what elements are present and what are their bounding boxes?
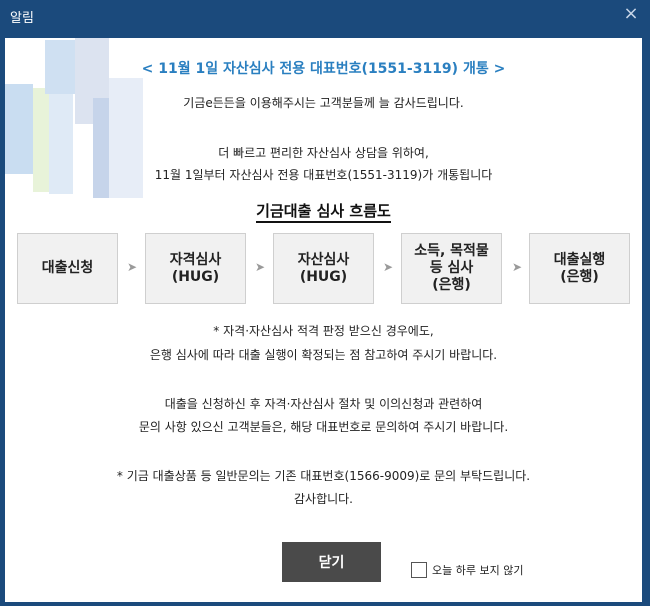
flow-step-income-review: 소득, 목적물 등 심사 (은행) [401,233,502,304]
title-bar: 알림 × [0,0,650,32]
window-title: 알림 [10,11,34,26]
step-label: 자격심사 [169,251,222,268]
step-label: 자산심사 [297,251,350,268]
note-3-line-2: 감사합니다. [293,492,353,506]
step-sublabel: 등 심사 [429,260,474,276]
dont-show-checkbox[interactable] [411,562,427,578]
note-2-line-1: 대출을 신청하신 후 자격·자산심사 절차 및 이의신청과 관련하여 [164,397,483,411]
arrow-right-icon: ➤ [254,260,266,274]
step-label: 소득, 목적물 [414,243,489,259]
close-icon[interactable]: × [620,3,642,25]
step-label: 대출신청 [41,260,94,276]
arrow-right-icon: ➤ [382,260,394,274]
note-2-line-2: 문의 사항 있으신 고객분들은, 해당 대표번호로 문의하여 주시기 바랍니다. [138,420,509,434]
note-3-line-1: * 기금 대출상품 등 일반문의는 기존 대표번호(1566-9009)로 문의… [116,469,531,483]
step-sublabel: (HUG) [299,268,348,285]
intro-line-2: 11월 1일부터 자산심사 전용 대표번호(1551-3119)가 개통됩니다 [154,168,493,182]
arrow-right-icon: ➤ [511,260,523,274]
flow-step-asset-review: 자산심사 (HUG) [273,233,374,304]
close-button[interactable]: 닫기 [282,542,381,582]
dont-show-label: 오늘 하루 보지 않기 [432,564,524,577]
flow-step-qualification: 자격심사 (HUG) [145,233,246,304]
notice-content: < 11월 1일 자산심사 전용 대표번호(1551-3119) 개통 > 기금… [5,38,642,602]
step-sublabel: (은행) [432,277,471,293]
flow-step-loan-execution: 대출실행 (은행) [529,233,630,304]
step-label: 대출실행 [553,251,606,268]
step-sublabel: (은행) [560,268,599,285]
dont-show-today-option[interactable]: 오늘 하루 보지 않기 [411,561,523,579]
note-1-line-2: 은행 심사에 따라 대출 실행이 확정되는 점 참고하여 주시기 바랍니다. [149,348,498,362]
intro-line-1: 더 빠르고 편리한 자산심사 상담을 위하여, [218,146,429,160]
note-1-line-1: * 자격·자산심사 적격 판정 받으신 경우에도, [213,324,434,338]
notice-headline: < 11월 1일 자산심사 전용 대표번호(1551-3119) 개통 > [141,61,506,77]
greeting-text: 기금e든든을 이용해주시는 고객분들께 늘 감사드립니다. [183,96,464,110]
flow-title: 기금대출 심사 흐름도 [5,200,642,223]
flow-step-apply: 대출신청 [17,233,118,304]
arrow-right-icon: ➤ [126,260,138,274]
step-sublabel: (HUG) [171,268,220,285]
